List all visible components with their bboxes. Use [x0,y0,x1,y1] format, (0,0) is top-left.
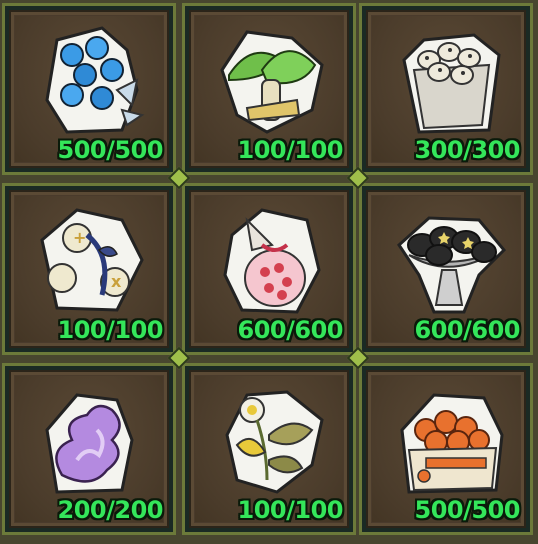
item-count: 100/100 [237,136,344,164]
item-count: 500/500 [414,496,521,524]
inventory-slot-8[interactable]: 100/100 [182,363,356,535]
inventory-slot-4[interactable]: + x 100/100 [2,183,176,355]
svg-text:x: x [111,272,122,291]
inventory-slot-3[interactable]: 300/300 [359,3,533,175]
inventory-slot-1[interactable]: 500/500 [2,3,176,175]
item-count: 600/600 [414,316,521,344]
clover-sprig-icon: + x [40,208,144,312]
inventory-slot-2[interactable]: 100/100 [182,3,356,175]
item-count: 500/500 [57,136,164,164]
inventory-slot-9[interactable]: 500/500 [359,363,533,535]
blue-berry-flower-icon [45,26,145,134]
item-count: 200/200 [57,496,164,524]
svg-text:+: + [73,228,86,247]
green-mushroom-icon [220,30,324,134]
orange-fruit-crate-icon [400,393,504,494]
item-count: 100/100 [57,316,164,344]
item-count: 300/300 [414,136,521,164]
inventory-slot-6[interactable]: 600/600 [359,183,533,355]
purple-smoke-icon [45,393,134,494]
yellow-flower-icon [225,390,324,494]
item-count: 100/100 [237,496,344,524]
inventory-slot-7[interactable]: 200/200 [2,363,176,535]
inventory-grid: 500/500 100/100 300/300 + x 100/100 600/… [0,0,538,544]
candy-gift-bag-icon [223,208,321,314]
item-count: 600/600 [237,316,344,344]
inventory-slot-5[interactable]: 600/600 [182,183,356,355]
spotted-eggs-sack-icon [402,33,501,134]
dark-stones-bowl-icon [397,216,507,314]
